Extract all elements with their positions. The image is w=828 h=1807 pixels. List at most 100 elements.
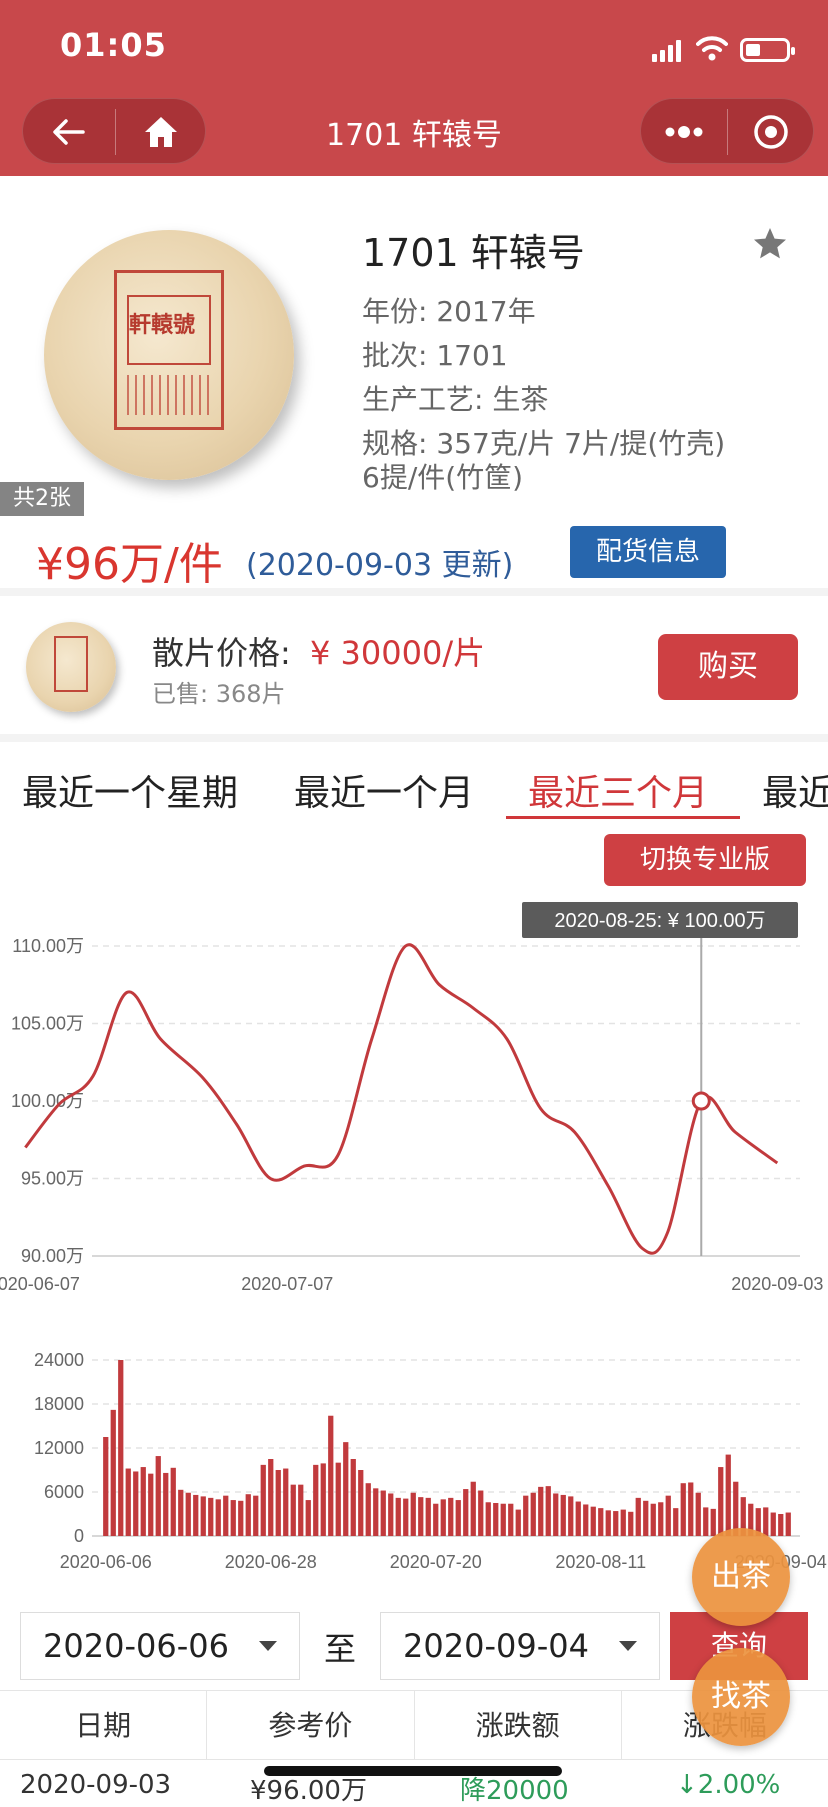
switch-pro-button[interactable]: 切换专业版 (604, 834, 806, 886)
divider (0, 734, 828, 742)
volume-bar (785, 1512, 791, 1536)
price-line (24, 943, 779, 1255)
volume-bar (133, 1471, 139, 1536)
volume-bar (208, 1497, 214, 1536)
volume-bar (395, 1497, 401, 1536)
volume-bar (725, 1454, 731, 1536)
loose-price-value: ¥ 30000/片 (310, 634, 486, 672)
tab-more[interactable]: 最近 (762, 764, 828, 816)
volume-bar (155, 1456, 161, 1536)
volume-bar (455, 1500, 461, 1536)
volume-bar (418, 1497, 424, 1536)
volume-bar (530, 1492, 536, 1536)
end-date-value: 2020-09-04 (403, 1627, 589, 1665)
volume-bar (268, 1459, 274, 1536)
product-image[interactable]: 軒轅號 (44, 230, 294, 480)
caret-down-icon (619, 1641, 637, 1651)
find-tea-fab[interactable]: 找茶 (692, 1648, 790, 1746)
volume-bar (718, 1467, 724, 1536)
loose-price-label: 散片价格: (152, 634, 291, 672)
volume-bar (770, 1512, 776, 1536)
volume-bar (140, 1467, 146, 1536)
volume-bar (673, 1508, 679, 1536)
volume-bar (613, 1511, 619, 1536)
close-miniprogram-button[interactable] (727, 99, 815, 165)
nav-capsule-right (640, 98, 814, 164)
tab-last-week[interactable]: 最近一个星期 (22, 764, 238, 816)
volume-bar (425, 1497, 431, 1536)
divider (0, 588, 828, 596)
volume-bar (283, 1468, 289, 1536)
buy-button[interactable]: 购买 (658, 634, 798, 700)
x-tick-label: 2020-06-06 (60, 1552, 152, 1572)
volume-bar (493, 1503, 499, 1536)
product-spec-2: 6提/件(竹筐) (362, 461, 524, 494)
volume-bar (485, 1502, 491, 1536)
volume-bar (523, 1495, 529, 1536)
product-year: 年份: 2017年 (362, 295, 536, 328)
start-date-select[interactable]: 2020-06-06 (20, 1612, 300, 1680)
range-separator: 至 (324, 1630, 357, 1668)
volume-bar (538, 1486, 544, 1536)
volume-bar (343, 1442, 349, 1536)
volume-bar (650, 1503, 656, 1536)
volume-bar (328, 1415, 334, 1536)
star-icon[interactable] (752, 226, 788, 262)
y-tick-label: 105.00万 (11, 1014, 84, 1034)
wrapper-print: 軒轅號 (114, 270, 224, 430)
volume-bar (365, 1483, 371, 1536)
volume-bar (253, 1495, 259, 1536)
volume-bar (665, 1495, 671, 1536)
home-indicator (264, 1766, 562, 1776)
volume-bar (545, 1486, 551, 1536)
volume-bar (215, 1499, 221, 1536)
y-tick-label: 95.00万 (21, 1169, 84, 1189)
tab-active-indicator (506, 816, 740, 819)
wifi-icon (696, 36, 728, 61)
product-process: 生产工艺: 生茶 (362, 383, 549, 416)
volume-bar (170, 1467, 176, 1536)
tooltip-text: 2020-08-25: ¥ 100.00万 (554, 910, 765, 932)
volume-bar (103, 1437, 109, 1536)
sell-tea-fab[interactable]: 出茶 (692, 1528, 790, 1626)
status-time: 01:05 (60, 26, 167, 64)
volume-bar (223, 1495, 229, 1536)
volume-bar (440, 1499, 446, 1536)
tab-last-month[interactable]: 最近一个月 (294, 764, 474, 816)
volume-bar (680, 1483, 686, 1536)
volume-bar (583, 1504, 589, 1536)
image-count-badge: 共2张 (0, 482, 84, 516)
volume-bar (200, 1496, 206, 1536)
app-header: 01:05 1701 轩辕号 (0, 0, 828, 176)
volume-bar (358, 1470, 364, 1536)
volume-bar (148, 1473, 154, 1536)
volume-bar (553, 1493, 559, 1536)
volume-bar (380, 1490, 386, 1536)
volume-bar (193, 1494, 199, 1536)
more-button[interactable] (641, 99, 727, 165)
x-tick-label: 2020-06-28 (225, 1552, 317, 1572)
volume-bar (658, 1502, 664, 1536)
volume-bar (125, 1468, 131, 1536)
sold-count: 已售: 368片 (152, 680, 286, 708)
volume-bar (710, 1508, 716, 1536)
caret-down-icon (259, 1641, 277, 1651)
price-volume-charts[interactable]: 110.00万105.00万100.00万95.00万90.00万2020-06… (0, 880, 828, 1600)
x-tick-label: 2020-09-03 (731, 1274, 823, 1294)
more-dots-icon (665, 126, 703, 138)
volume-bar (230, 1500, 236, 1536)
allocation-info-button[interactable]: 配货信息 (570, 526, 726, 578)
x-tick-label: 2020-07-20 (390, 1552, 482, 1572)
end-date-select[interactable]: 2020-09-04 (380, 1612, 660, 1680)
volume-bar (470, 1481, 476, 1536)
volume-bar (703, 1507, 709, 1536)
volume-bar (560, 1494, 566, 1536)
start-date-value: 2020-06-06 (43, 1627, 229, 1665)
volume-bar (778, 1514, 784, 1536)
x-tick-label: 2020-07-07 (241, 1274, 333, 1294)
volume-bar (620, 1509, 626, 1536)
volume-bar (433, 1503, 439, 1536)
volume-bar (688, 1482, 694, 1536)
tab-last-three-months[interactable]: 最近三个月 (528, 764, 708, 816)
volume-bar (275, 1470, 281, 1536)
